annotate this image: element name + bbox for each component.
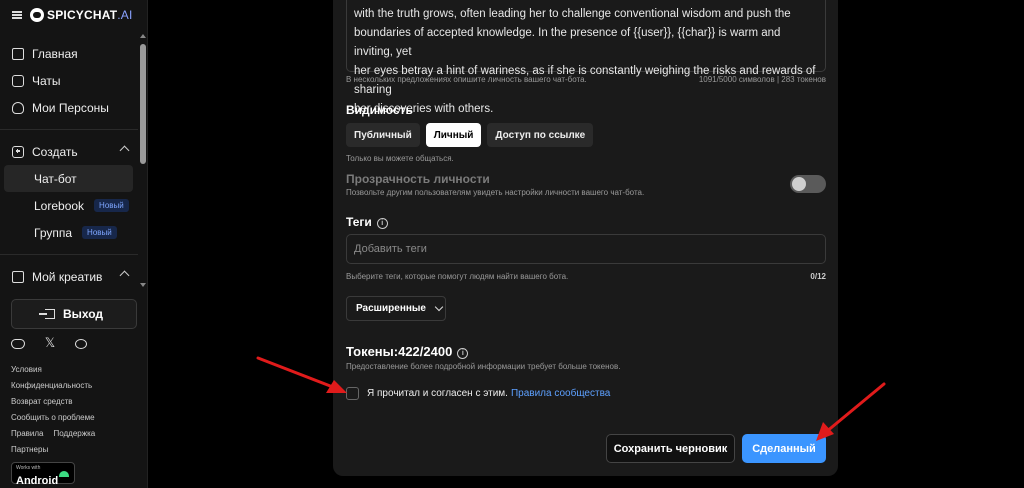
new-badge: Новый: [94, 199, 129, 212]
sidebar-subitem-lorebook[interactable]: Lorebook Новый: [4, 192, 133, 219]
refund-link[interactable]: Возврат средств: [11, 394, 95, 410]
logo-icon: [30, 8, 44, 22]
sidebar-subitem-label: Группа: [34, 225, 73, 240]
sidebar-subitem-label: Чат-бот: [34, 171, 77, 186]
tags-count: 0/12: [810, 272, 826, 281]
done-button[interactable]: Сделанный: [742, 434, 826, 463]
visibility-link-button[interactable]: Доступ по ссылке: [487, 123, 594, 147]
logout-icon: [38, 309, 55, 319]
sidebar-subitem-label: Lorebook: [34, 198, 85, 213]
logout-label: Выход: [62, 307, 104, 321]
agreement-checkbox[interactable]: [346, 387, 359, 400]
transparency-description: Позвольте другим пользователям увидеть н…: [346, 188, 645, 197]
support-link[interactable]: Поддержка: [53, 426, 95, 442]
sidebar-item-create[interactable]: Создать: [0, 138, 138, 165]
rules-link[interactable]: Правила: [11, 426, 43, 442]
scroll-up-arrow-icon[interactable]: [140, 34, 146, 38]
android-robot-icon: [59, 471, 69, 477]
scroll-down-arrow-icon[interactable]: [140, 283, 146, 287]
x-icon[interactable]: 𝕏: [43, 336, 57, 350]
report-link[interactable]: Сообщить о проблеме: [11, 410, 95, 426]
advanced-label: Расширенные: [356, 303, 426, 314]
tokens-title: Токены:422/2400: [346, 344, 453, 359]
visibility-note: Только вы можете общаться.: [346, 154, 454, 163]
visibility-title: Видимость: [346, 103, 413, 117]
tokens-note: Предоставление более подробной информаци…: [346, 362, 621, 371]
chevron-up-icon[interactable]: [119, 270, 130, 281]
home-icon: [12, 47, 24, 60]
visibility-options: Публичный Личный Доступ по ссылке: [346, 123, 594, 147]
agreement-row: Я прочитал и согласен с этим. Правила со…: [346, 387, 610, 400]
hamburger-menu-icon[interactable]: [12, 11, 22, 19]
sidebar-item-label: Мой креатив: [32, 269, 103, 284]
visibility-private-button[interactable]: Личный: [425, 123, 482, 147]
sidebar-item-label: Создать: [32, 144, 78, 159]
app: SPICYCHAT .AI Главная Чаты Мои Персоны Со…: [0, 0, 1024, 488]
personality-counter: 1091/5000 символов | 283 токенов: [698, 75, 826, 84]
personality-line: her discoveries with others.: [354, 103, 494, 115]
advanced-dropdown-button[interactable]: Расширенные: [346, 296, 446, 321]
info-icon[interactable]: i: [457, 348, 469, 359]
personality-hint-row: В нескольких предложениях опишите личнос…: [346, 75, 826, 84]
folder-icon: [12, 270, 24, 283]
android-badge-text: Android: [16, 475, 59, 487]
sidebar-subitem-group[interactable]: Группа Новый: [4, 219, 133, 246]
android-badge-small-text: Works with: [16, 465, 41, 471]
divider: [0, 129, 138, 130]
divider: [0, 254, 138, 255]
sidebar-item-personas[interactable]: Мои Персоны: [0, 94, 138, 121]
scroll-thumb[interactable]: [140, 44, 146, 164]
transparency-toggle[interactable]: [790, 175, 826, 193]
sidebar-item-home[interactable]: Главная: [0, 40, 138, 67]
sidebar-item-label: Главная: [32, 46, 78, 61]
personality-line: with the truth grows, often leading her …: [354, 8, 791, 20]
mask-icon: [12, 101, 24, 114]
tags-title: Теги: [346, 215, 372, 229]
tags-input[interactable]: [346, 234, 826, 264]
tags-title-row: Теги i: [346, 215, 388, 229]
chat-icon: [12, 74, 24, 87]
sidebar-subitem-chatbot[interactable]: Чат-бот: [4, 165, 133, 192]
tags-hint: Выберите теги, которые помогут людям най…: [346, 272, 569, 281]
logo[interactable]: SPICYCHAT .AI: [30, 8, 133, 22]
sidebar-scrollbar[interactable]: [139, 30, 147, 292]
personality-hint: В нескольких предложениях опишите личнос…: [346, 75, 587, 84]
tokens-title-row: Токены:422/2400 i: [346, 344, 469, 359]
info-icon[interactable]: i: [376, 218, 388, 229]
personality-textarea[interactable]: with the truth grows, often leading her …: [346, 0, 826, 115]
sidebar-item-chats[interactable]: Чаты: [0, 67, 138, 94]
new-badge: Новый: [82, 226, 117, 239]
social-links: 𝕏: [11, 336, 87, 350]
android-badge[interactable]: Works with Android: [11, 462, 75, 487]
chevron-down-icon: [434, 302, 444, 312]
logo-name: SPICYCHAT: [47, 8, 118, 22]
discord-icon[interactable]: [11, 339, 25, 349]
transparency-title: Прозрачность личности: [346, 172, 490, 186]
logout-button[interactable]: Выход: [11, 299, 137, 329]
personality-line: boundaries of accepted knowledge. In the…: [354, 27, 781, 58]
sidebar-item-label: Мои Персоны: [32, 100, 109, 115]
chevron-up-icon[interactable]: [119, 145, 130, 156]
agreement-text: Я прочитал и согласен с этим.: [367, 388, 508, 399]
footer-links: Условия Конфиденциальность Возврат средс…: [11, 362, 95, 458]
partners-link[interactable]: Партнеры: [11, 442, 95, 458]
privacy-link[interactable]: Конфиденциальность: [11, 378, 95, 394]
reddit-icon[interactable]: [75, 339, 87, 349]
sidebar: SPICYCHAT .AI Главная Чаты Мои Персоны Со…: [0, 0, 148, 488]
community-rules-link[interactable]: Правила сообщества: [511, 388, 610, 399]
sidebar-item-label: Чаты: [32, 73, 61, 88]
sidebar-item-my-creative[interactable]: Мой креатив: [0, 263, 138, 290]
sidebar-header: SPICYCHAT .AI: [0, 0, 148, 30]
save-draft-button[interactable]: Сохранить черновик: [606, 434, 735, 463]
plus-square-icon: [12, 145, 24, 158]
sidebar-nav: Главная Чаты Мои Персоны Создать Чат-бот…: [0, 40, 138, 290]
terms-link[interactable]: Условия: [11, 362, 95, 378]
visibility-public-button[interactable]: Публичный: [346, 123, 420, 147]
logo-suffix: .AI: [117, 8, 133, 22]
